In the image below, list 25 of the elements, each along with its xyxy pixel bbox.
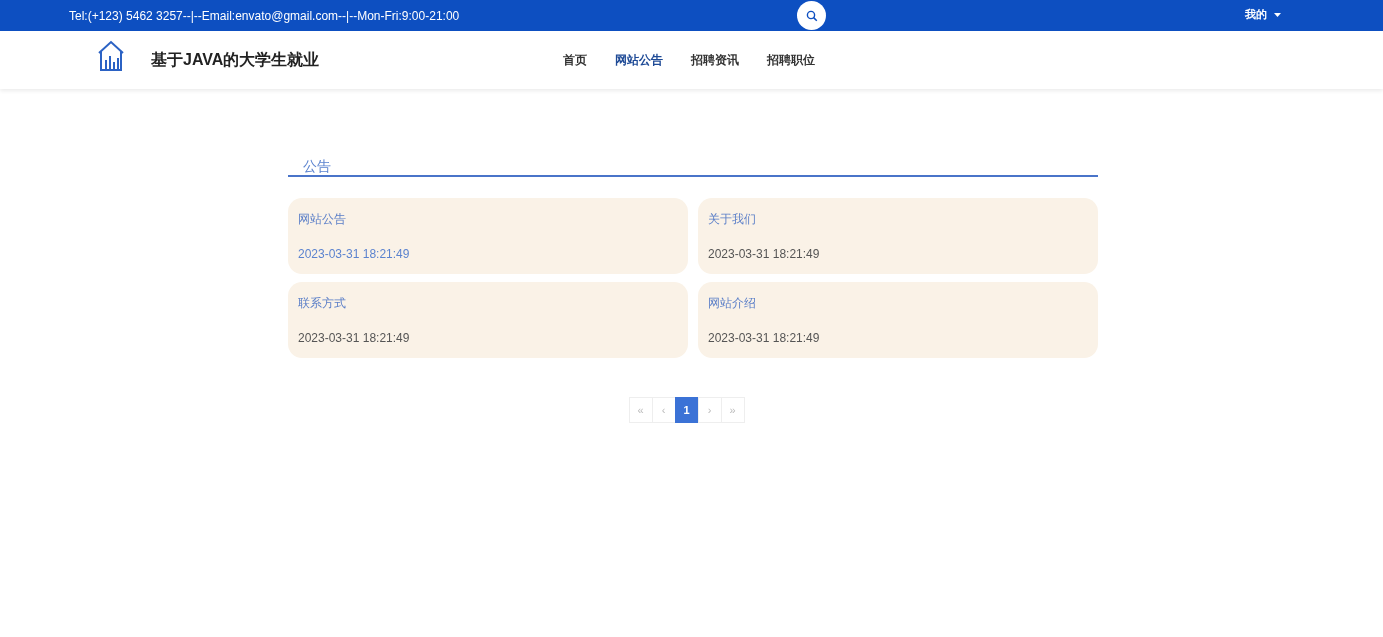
user-menu[interactable]: 我的: [1245, 7, 1281, 22]
notice-date: 2023-03-31 18:21:49: [708, 331, 820, 345]
notice-card[interactable]: 联系方式 2023-03-31 18:21:49: [288, 282, 688, 358]
contact-info: Tel:(+123) 5462 3257--|--Email:envato@gmail.com--|--Mon-Fri:9:00-21:00: [69, 8, 460, 23]
notice-title: 网站公告: [298, 211, 346, 228]
notice-date: 2023-03-31 18:21:49: [708, 247, 820, 261]
nav-link[interactable]: 招聘资讯: [691, 51, 740, 69]
notice-card[interactable]: 网站公告 2023-03-31 18:21:49: [288, 198, 688, 274]
page-button[interactable]: 1: [674, 397, 699, 423]
nav-link[interactable]: 招聘职位: [767, 51, 816, 69]
notice-date: 2023-03-31 18:21:49: [298, 331, 410, 345]
section-title: 公告: [303, 158, 331, 174]
house-chart-icon: [97, 40, 125, 72]
notice-date: 2023-03-31 18:21:49: [298, 247, 410, 261]
notice-title: 关于我们: [708, 211, 756, 228]
caret-icon: [1274, 12, 1281, 17]
site-title: 基于JAVA的大学生就业: [151, 49, 320, 70]
notice-card[interactable]: 网站介绍 2023-03-31 18:21:49: [698, 282, 1098, 358]
notice-card[interactable]: 关于我们 2023-03-31 18:21:49: [698, 198, 1098, 274]
nav-link[interactable]: 网站公告: [615, 51, 664, 69]
search-icon: [805, 9, 818, 22]
nav-link[interactable]: 首页: [563, 51, 588, 69]
search-button[interactable]: [797, 1, 826, 30]
notice-title: 联系方式: [298, 295, 346, 312]
notice-title: 网站介绍: [708, 295, 756, 312]
